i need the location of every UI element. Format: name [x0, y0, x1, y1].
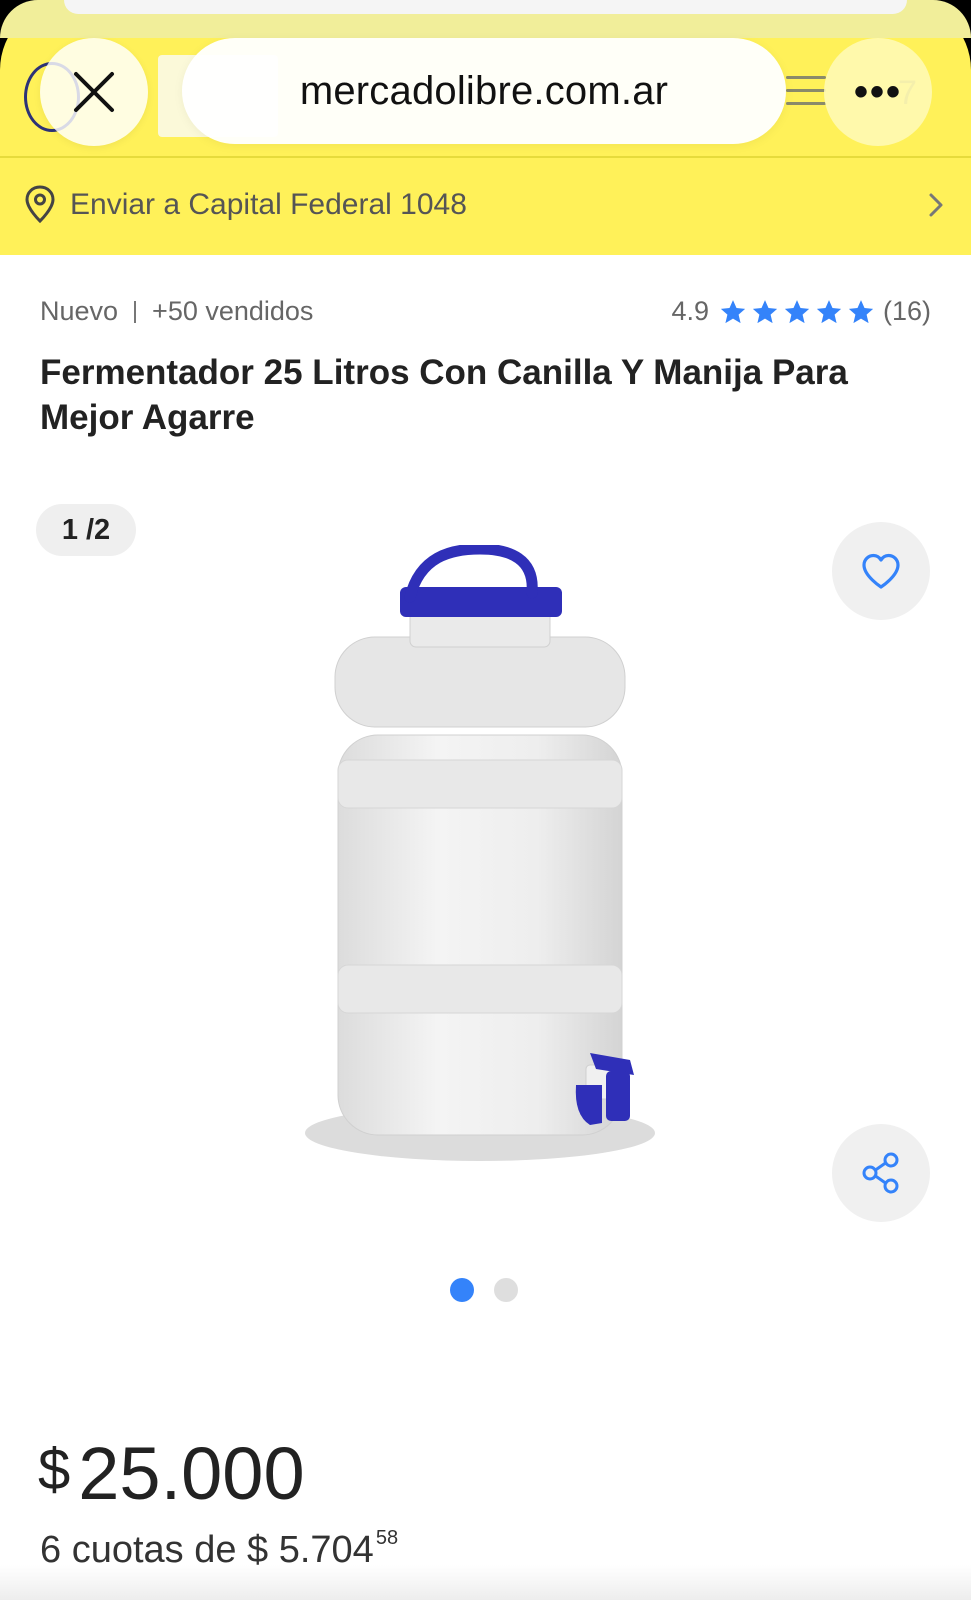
star-icon [816, 299, 842, 323]
top-bar: 7 mercadolibre.com.ar ••• Enviar a Capit… [0, 0, 971, 255]
shipping-address-text: Enviar a Capital Federal 1048 [70, 188, 467, 221]
product-condition: Nuevo +50 vendidos [40, 296, 313, 327]
sold-count: +50 vendidos [152, 296, 314, 326]
product-title: Fermentador 25 Litros Con Canilla Y Mani… [40, 353, 848, 437]
location-pin-icon [25, 185, 55, 224]
gallery-pagination [450, 1278, 518, 1302]
shipping-address-row[interactable]: Enviar a Capital Federal 1048 [0, 158, 971, 254]
rating-summary[interactable]: 4.9 (16) [671, 296, 931, 327]
gallery-dot[interactable] [450, 1278, 474, 1302]
image-counter: 1 /2 [36, 504, 136, 556]
price: $ 25.000 [38, 1435, 305, 1513]
more-dots-icon: ••• [853, 69, 902, 114]
gallery-dot[interactable] [494, 1278, 518, 1302]
chevron-right-icon [929, 193, 943, 217]
close-button[interactable] [40, 38, 148, 146]
star-icon [848, 299, 874, 323]
star-icon [784, 299, 810, 323]
condition-separator [134, 301, 137, 323]
rating-count: (16) [882, 296, 931, 326]
star-icon [720, 299, 746, 323]
close-icon [74, 72, 114, 112]
price-currency: $ [38, 1437, 71, 1502]
favorite-button[interactable] [832, 522, 930, 620]
star-icon [752, 299, 778, 323]
condition-label: Nuevo [40, 296, 119, 326]
heart-icon [862, 553, 900, 589]
status-bar-sliver [64, 0, 907, 14]
hamburger-menu-icon [786, 76, 826, 116]
more-options-button[interactable]: ••• [824, 38, 932, 146]
installments-cents: 58 [375, 1527, 399, 1549]
address-bar[interactable]: mercadolibre.com.ar [182, 38, 786, 144]
product-image-water-dispenser[interactable] [300, 545, 670, 1185]
price-amount: 25.000 [78, 1432, 305, 1515]
rating-stars [719, 298, 875, 326]
bottom-edge [0, 1565, 971, 1600]
share-icon [862, 1152, 899, 1194]
share-button[interactable] [832, 1124, 930, 1222]
url-text: mercadolibre.com.ar [299, 68, 669, 113]
rating-score: 4.9 [671, 296, 709, 326]
